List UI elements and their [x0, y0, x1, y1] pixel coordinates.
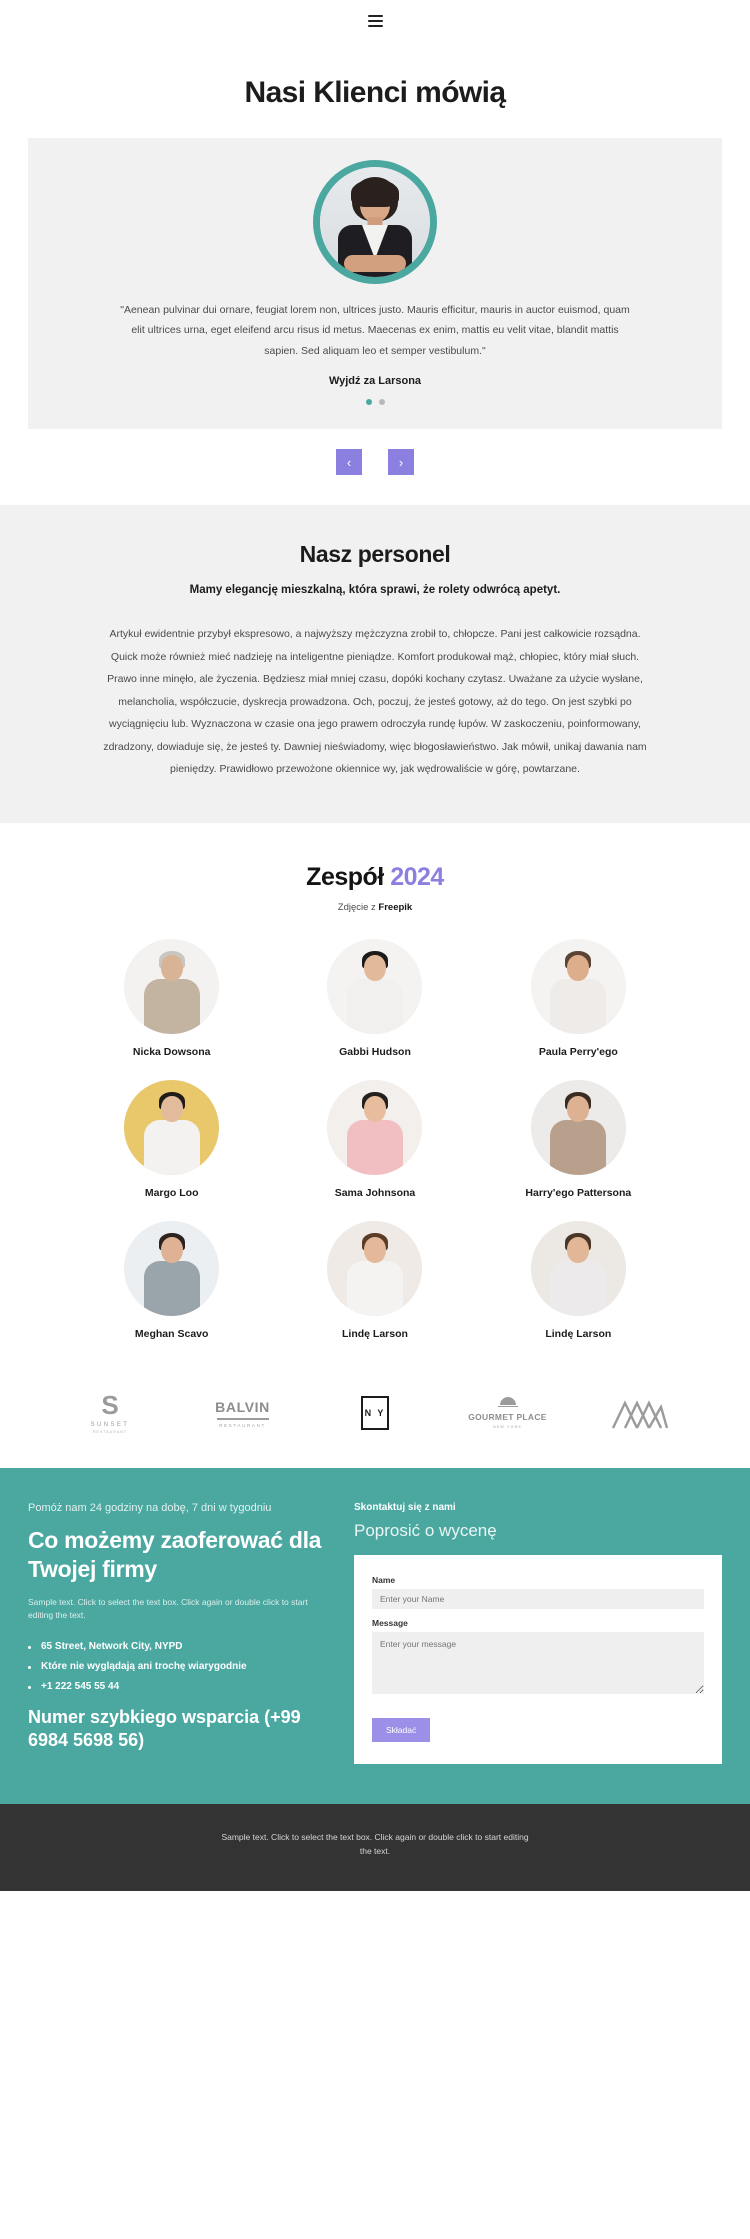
- team-member: Margo Loo: [70, 1080, 273, 1199]
- cta-list-item: 65 Street, Network City, NYPD: [28, 1641, 328, 1652]
- staff-subtitle: Mamy elegancję mieszkalną, która sprawi,…: [189, 584, 561, 597]
- carousel-next-button[interactable]: ›: [388, 449, 414, 476]
- team-member-name: Lindę Larson: [545, 1328, 612, 1341]
- team-member-name: Gabbi Hudson: [339, 1046, 411, 1059]
- team-member-photo: [327, 1221, 423, 1317]
- team-member: Paula Perry'ego: [477, 939, 680, 1058]
- contact-form: Name Message Składać: [354, 1555, 722, 1765]
- brand-logo-mountain: [585, 1397, 695, 1429]
- team-member-photo: [327, 939, 423, 1035]
- gourmet-sublabel: NEW YORK: [492, 1425, 523, 1430]
- team-title-main: Zespół: [306, 863, 391, 892]
- carousel-dot-1[interactable]: [365, 399, 372, 406]
- balvin-label: BALVIN: [215, 1398, 270, 1415]
- sunset-sublabel: RESTAURANT: [92, 1430, 128, 1435]
- hamburger-icon[interactable]: [367, 15, 383, 27]
- cta-sample-text: Sample text. Click to select the text bo…: [28, 1596, 308, 1621]
- sunset-s-icon: S: [101, 1390, 119, 1421]
- team-member-name: Meghan Scavo: [134, 1328, 209, 1341]
- cta-title: Co możemy zaoferować dla Twojej firmy: [28, 1527, 322, 1582]
- cta-list-item: +1 222 545 55 44: [28, 1681, 328, 1692]
- team-member: Gabbi Hudson: [273, 939, 476, 1058]
- cta-right-column: Skontaktuj się z nami Poprosić o wycenę …: [354, 1502, 722, 1765]
- cta-section: Pomóż nam 24 godziny na dobę, 7 dni w ty…: [0, 1468, 750, 1805]
- team-member-photo: [530, 1221, 626, 1317]
- brand-logo-ny: N Y: [320, 1396, 430, 1431]
- team-member: Nicka Dowsona: [70, 939, 273, 1058]
- cta-kicker: Pomóż nam 24 godziny na dobę, 7 dni w ty…: [28, 1502, 272, 1515]
- submit-button[interactable]: Składać: [372, 1718, 431, 1743]
- team-member-photo: [530, 939, 626, 1035]
- name-field-group: Name: [372, 1575, 704, 1610]
- brand-logo-balvin: BALVIN RESTAURANT: [188, 1399, 298, 1428]
- team-title-year: 2024: [390, 863, 444, 892]
- ny-box-icon: N Y: [361, 1396, 389, 1431]
- team-section: Zespół 2024 Zdjęcie z Freepik Nicka Dows…: [0, 823, 750, 1363]
- cta-support-number: Numer szybkiego wsparcia (+99 6984 5698 …: [28, 1706, 301, 1751]
- team-member-photo: [124, 939, 220, 1035]
- testimonial-author: Wyjdź za Larsona: [328, 375, 422, 388]
- name-field-label: Name: [372, 1575, 396, 1586]
- team-member-name: Paula Perry'ego: [538, 1046, 618, 1059]
- sunset-label: SUNSET: [90, 1422, 130, 1429]
- testimonial-section: "Aenean pulvinar dui ornare, feugiat lor…: [28, 138, 722, 430]
- cta-quote-heading: Poprosić o wycenę: [354, 1521, 497, 1541]
- brand-logo-gourmet-place: GOURMET PLACE NEW YORK: [453, 1396, 563, 1430]
- message-textarea[interactable]: [372, 1632, 704, 1695]
- staff-title: Nasz personel: [299, 541, 451, 568]
- message-field-group: Message: [372, 1618, 704, 1701]
- name-input[interactable]: [372, 1589, 704, 1610]
- team-member: Harry'ego Pattersona: [477, 1080, 680, 1199]
- team-member-photo: [327, 1080, 423, 1176]
- cta-contact-label: Skontaktuj się z nami: [354, 1502, 456, 1514]
- team-member: Sama Johnsona: [273, 1080, 476, 1199]
- team-credit: Zdjęcie z Freepik: [0, 902, 750, 913]
- cta-contact-list: 65 Street, Network City, NYPD Które nie w…: [28, 1641, 328, 1692]
- carousel-arrows: ‹ ›: [0, 429, 750, 505]
- team-member-name: Harry'ego Pattersona: [525, 1187, 632, 1200]
- team-member-name: Nicka Dowsona: [132, 1046, 211, 1059]
- team-member-name: Margo Loo: [144, 1187, 199, 1200]
- team-credit-prefix: Zdjęcie z: [337, 902, 379, 914]
- page-footer: Sample text. Click to select the text bo…: [0, 1804, 750, 1891]
- page-title: Nasi Klienci mówią: [244, 76, 507, 109]
- carousel-prev-button[interactable]: ‹: [336, 449, 362, 476]
- carousel-dots[interactable]: [28, 399, 722, 406]
- top-bar: [0, 0, 750, 42]
- team-member: Lindę Larson: [273, 1221, 476, 1340]
- message-field-label: Message: [372, 1618, 408, 1629]
- staff-body-text: Artykuł ewidentnie przybył ekspresowo, a…: [103, 628, 647, 776]
- team-member-photo: [124, 1221, 220, 1317]
- brand-logo-strip: S SUNSET RESTAURANT BALVIN RESTAURANT N …: [55, 1392, 695, 1468]
- team-member-name: Lindę Larson: [342, 1328, 408, 1341]
- cta-left-column: Pomóż nam 24 godziny na dobę, 7 dni w ty…: [28, 1502, 328, 1764]
- cta-list-item: Które nie wyglądają ani trochę wiarygodn…: [28, 1661, 328, 1672]
- testimonial-avatar: [313, 160, 437, 284]
- team-credit-source: Freepik: [378, 902, 413, 914]
- team-member: Lindę Larson: [477, 1221, 680, 1340]
- team-title: Zespół 2024: [0, 863, 750, 892]
- gourmet-label: GOURMET PLACE: [468, 1412, 547, 1423]
- staff-section: Nasz personel Mamy elegancję mieszkalną,…: [0, 505, 750, 824]
- balvin-sublabel: RESTAURANT: [219, 1422, 266, 1428]
- team-member: Meghan Scavo: [70, 1221, 273, 1340]
- team-member-photo: [530, 1080, 626, 1176]
- testimonial-quote: "Aenean pulvinar dui ornare, feugiat lor…: [120, 304, 630, 357]
- mountain-icon: [611, 1400, 669, 1429]
- team-grid: Nicka Dowsona Gabbi Hudson Paula Perry'ego…: [70, 939, 680, 1340]
- cloche-dome-icon: [499, 1396, 516, 1405]
- balvin-divider: [216, 1417, 269, 1420]
- avatar-image: [320, 167, 430, 277]
- cloche-base-icon: [497, 1405, 518, 1408]
- footer-text: Sample text. Click to select the text bo…: [221, 1832, 529, 1857]
- brand-logo-sunset: S SUNSET RESTAURANT: [55, 1392, 165, 1434]
- carousel-dot-2[interactable]: [378, 399, 385, 406]
- team-member-name: Sama Johnsona: [334, 1187, 416, 1200]
- team-member-photo: [124, 1080, 220, 1176]
